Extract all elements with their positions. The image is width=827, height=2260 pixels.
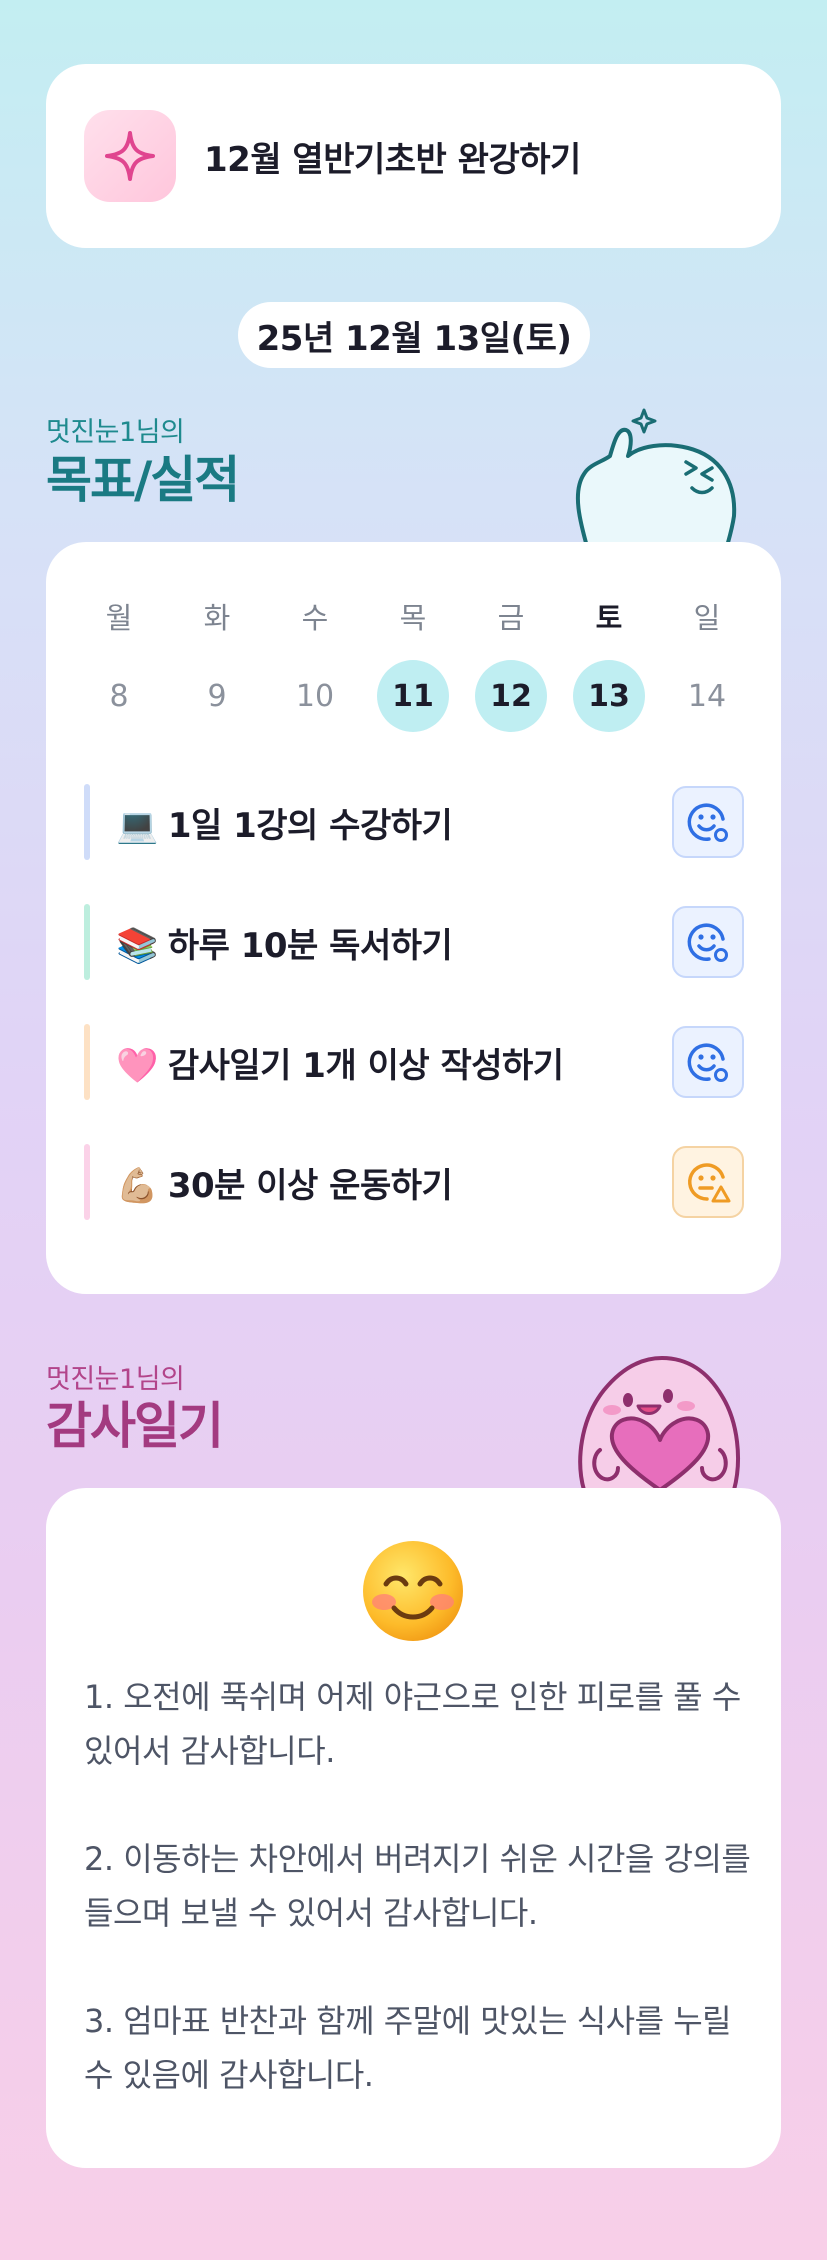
weekday-label: 토 xyxy=(595,601,623,635)
calendar-day[interactable]: 화9 xyxy=(168,594,266,732)
task-color-bar xyxy=(84,904,90,980)
calendar-day[interactable]: 금 12 xyxy=(462,594,560,732)
weekday-label: 금 xyxy=(497,601,525,635)
date-number: 9 xyxy=(207,678,227,714)
calendar-day[interactable]: 월8 xyxy=(70,594,168,732)
smiling-face-emoji xyxy=(363,1541,463,1641)
goal-card[interactable]: 12월 열반기초반 완강하기 xyxy=(46,64,781,248)
goal-task-row[interactable]: 💻 1일 1강의 수강하기 xyxy=(84,784,744,860)
week-calendar: 월 8 화 9 수 10 목 11 금 12 토 13 일 14 xyxy=(70,594,756,732)
goal-task-row[interactable]: 💪🏼 30분 이상 운동하기 xyxy=(84,1144,744,1220)
date-label: 25년 12월 13일(토) xyxy=(238,302,590,368)
date-number: 10 xyxy=(295,678,335,714)
calendar-day[interactable]: 토 13 xyxy=(560,594,658,732)
weekday-label: 화 xyxy=(203,601,231,635)
smile-face-icon[interactable] xyxy=(672,1026,744,1098)
heart-holding-mascot xyxy=(578,1356,740,1490)
sparkle-icon xyxy=(84,110,176,202)
task-text: 30분 이상 운동하기 xyxy=(167,1165,453,1206)
task-emoji: 💻 xyxy=(116,805,158,846)
weekday-label: 수 xyxy=(301,601,329,635)
task-emoji: 🩷 xyxy=(116,1045,158,1086)
goal-text: 12월 열반기초반 완강하기 xyxy=(204,139,581,180)
task-label: 🩷 감사일기 1개 이상 작성하기 xyxy=(116,1038,564,1087)
gratitude-entry: 1. 오전에 푹쉬며 어제 야근으로 인한 피로를 풀 수 있어서 감사합니다. xyxy=(84,1678,741,1770)
calendar-day[interactable]: 일 14 xyxy=(658,594,756,732)
gratitude-title: 감사일기 xyxy=(46,1397,224,1455)
calendar-day[interactable]: 수 10 xyxy=(266,594,364,732)
gratitude-card: 1. 오전에 푹쉬며 어제 야근으로 인한 피로를 풀 수 있어서 감사합니다.… xyxy=(46,1488,781,2168)
task-label: 💻 1일 1강의 수강하기 xyxy=(116,798,453,847)
date-number: 13 xyxy=(573,660,645,732)
task-label: 💪🏼 30분 이상 운동하기 xyxy=(116,1158,453,1207)
gratitude-entry: 3. 엄마표 반찬과 함께 주말에 맛있는 식사를 누릴 수 있음에 감사합니다… xyxy=(84,2002,732,2094)
weekday-label: 월 xyxy=(105,601,133,635)
task-label: 📚 하루 10분 독서하기 xyxy=(116,918,453,967)
task-color-bar xyxy=(84,1144,90,1220)
task-color-bar xyxy=(84,784,90,860)
calendar-day[interactable]: 목 11 xyxy=(364,594,462,732)
date-number: 12 xyxy=(475,660,547,732)
waving-ghost-mascot xyxy=(575,408,737,550)
gratitude-entries: 1. 오전에 푹쉬며 어제 야근으로 인한 피로를 풀 수 있어서 감사합니다.… xyxy=(84,1670,754,2102)
date-number: 14 xyxy=(687,678,727,714)
task-text: 1일 1강의 수강하기 xyxy=(167,805,453,846)
date-number: 11 xyxy=(377,660,449,732)
weekday-label: 목 xyxy=(399,601,427,635)
performance-card: 월 8 화 9 수 10 목 11 금 12 토 13 일 14 💻 1일 1강의 수강하기 📚 하루 10분 … xyxy=(46,542,781,1294)
task-emoji: 💪🏼 xyxy=(116,1165,158,1206)
goal-task-row[interactable]: 📚 하루 10분 독서하기 xyxy=(84,904,744,980)
goal-task-row[interactable]: 🩷 감사일기 1개 이상 작성하기 xyxy=(84,1024,744,1100)
date-number: 8 xyxy=(109,678,129,714)
weekday-label: 일 xyxy=(693,601,721,635)
smile-face-icon[interactable] xyxy=(672,786,744,858)
performance-title: 목표/실적 xyxy=(46,451,240,509)
warning-face-icon[interactable] xyxy=(672,1146,744,1218)
task-text: 감사일기 1개 이상 작성하기 xyxy=(167,1045,564,1086)
smile-face-icon[interactable] xyxy=(672,906,744,978)
task-text: 하루 10분 독서하기 xyxy=(167,925,453,966)
task-emoji: 📚 xyxy=(116,925,158,966)
gratitude-entry: 2. 이동하는 차안에서 버려지기 쉬운 시간을 강의를 들으며 보낼 수 있어… xyxy=(84,1840,751,1932)
task-color-bar xyxy=(84,1024,90,1100)
